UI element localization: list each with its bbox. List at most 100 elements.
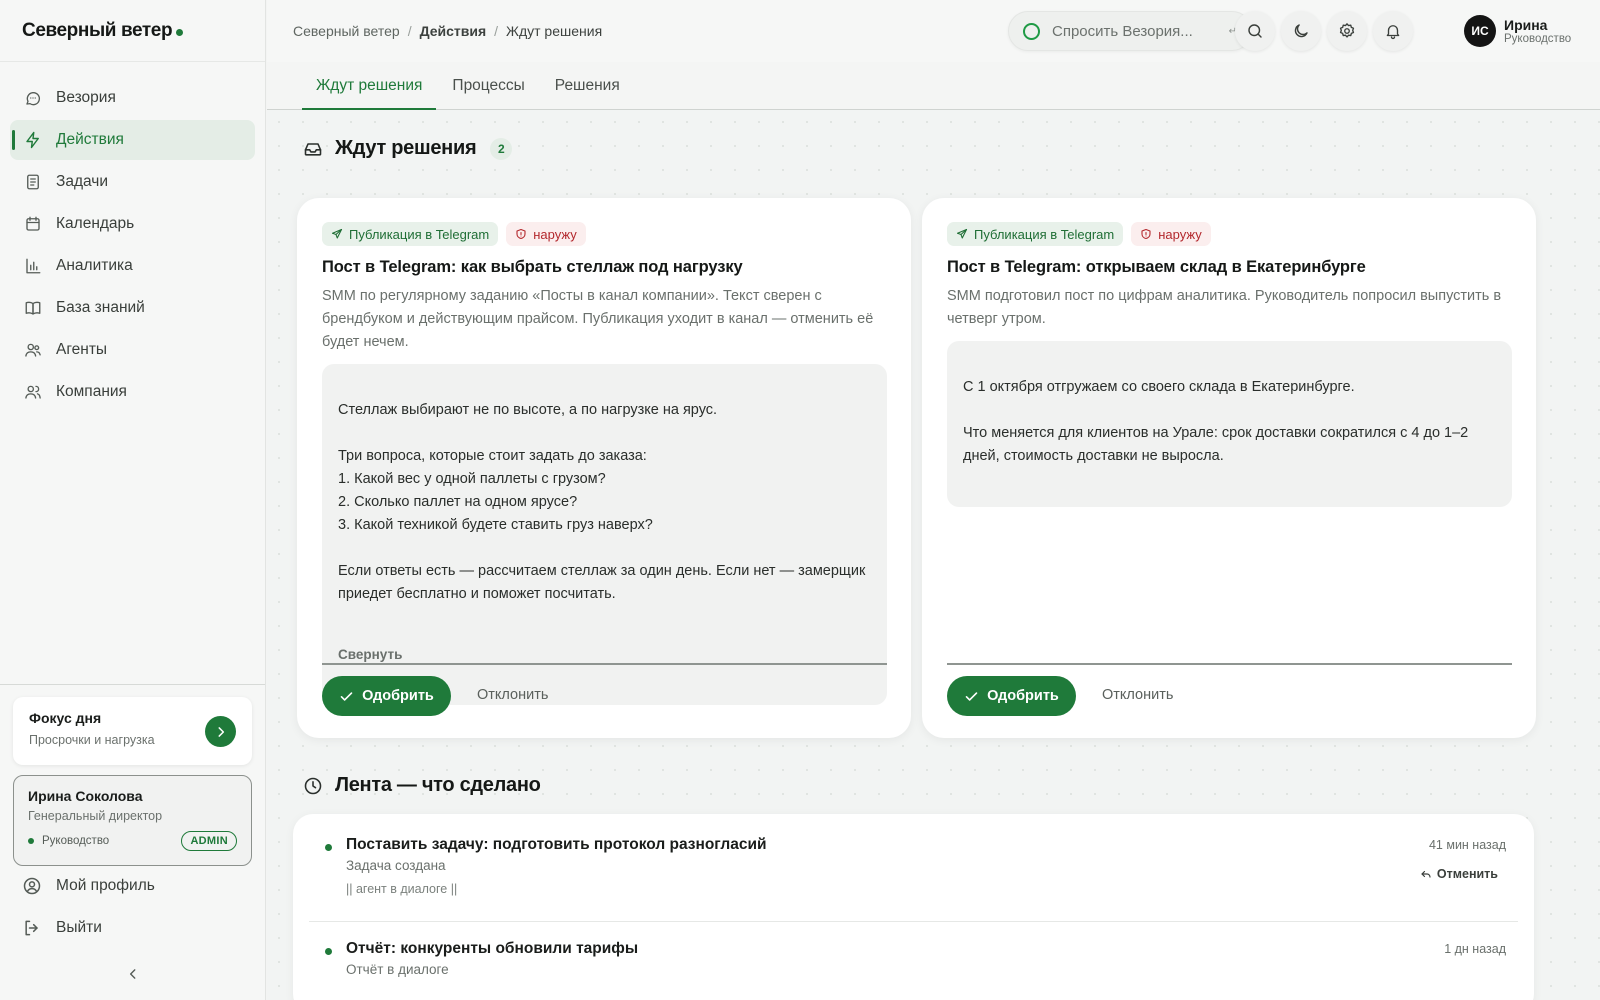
breadcrumb-section[interactable]: Действия (420, 23, 487, 39)
card-divider (947, 663, 1512, 665)
user-card[interactable]: Ирина Соколова Генеральный директор Руко… (13, 775, 252, 866)
sidebar-item-calendar[interactable]: Календарь (10, 204, 255, 244)
moon-icon (1294, 24, 1308, 38)
sidebar: Северный ветер Везория Действия Задачи К… (0, 0, 266, 1000)
header-user-role: Руководство (1504, 33, 1572, 45)
pending-section-title: Ждут решения (335, 137, 477, 159)
sidebar-bottom: Фокус дня Просрочки и нагрузка Ирина Сок… (0, 684, 265, 1000)
notifications-button[interactable] (1373, 11, 1413, 51)
card-chips: Публикация в Telegram наружу (322, 222, 887, 246)
logout-label: Выйти (56, 919, 102, 936)
approve-label: Одобрить (362, 688, 434, 704)
tasks-icon (27, 174, 39, 190)
feed-item-subtitle: Задача создана (346, 858, 446, 873)
telegram-chip: Публикация в Telegram (947, 222, 1124, 246)
settings-button[interactable] (1327, 11, 1367, 51)
external-chip: наружу (506, 222, 586, 246)
gear-icon (1339, 23, 1355, 38)
sidebar-item-label: Календарь (56, 215, 135, 232)
undo-icon (1421, 870, 1431, 878)
sidebar-item-analytics[interactable]: Аналитика (10, 246, 255, 286)
tab-processes[interactable]: Процессы (438, 77, 538, 109)
card-title: Пост в Telegram: как выбрать стеллаж под… (322, 258, 743, 276)
sidebar-item-company[interactable]: Компания (10, 372, 255, 412)
post-draft: С 1 октября отгружаем со своего склада в… (947, 341, 1512, 507)
approval-card: Публикация в Telegram наружу Пост в Tele… (922, 198, 1536, 738)
tab-decisions[interactable]: Решения (541, 77, 634, 109)
sidebar-item-agents[interactable]: Агенты (10, 330, 255, 370)
assistant-ring-icon (1023, 22, 1040, 40)
telegram-chip-label: Публикация в Telegram (974, 226, 1115, 242)
chat-icon (26, 91, 40, 106)
sidebar-nav: Везория Действия Задачи Календарь Аналит… (0, 62, 265, 412)
search-button[interactable] (1235, 11, 1275, 51)
reject-button[interactable]: Отклонить (1102, 687, 1173, 703)
feed-item-meta: || агент в диалоге || (346, 882, 458, 896)
post-draft-text: С 1 октября отгружаем со своего склада в… (963, 379, 1469, 464)
reject-button[interactable]: Отклонить (477, 687, 548, 703)
admin-badge: ADMIN (181, 831, 237, 851)
post-draft-text: Стеллаж выбирают не по высоте, а по нагр… (338, 402, 866, 602)
avatar[interactable]: ИС (1464, 15, 1496, 47)
profile-icon (23, 877, 41, 895)
card-description: SMM по регулярному заданию «Посты в кана… (322, 288, 874, 350)
approve-button[interactable]: Одобрить (947, 676, 1076, 716)
bell-icon (1386, 25, 1400, 40)
sidebar-item-tasks[interactable]: Задачи (10, 162, 255, 202)
user-card-role: Генеральный директор (28, 809, 163, 823)
shield-icon (1141, 228, 1151, 240)
chevron-right-icon (217, 726, 224, 737)
feed-item-time: 41 мин назад (1428, 838, 1506, 852)
approve-button[interactable]: Одобрить (322, 676, 451, 716)
brand-dot (176, 28, 184, 36)
tab-pending[interactable]: Ждут решения (302, 77, 437, 110)
sidebar-item-label: Везория (56, 89, 116, 106)
check-icon (340, 691, 353, 701)
my-profile-link[interactable]: Мой профиль (22, 876, 155, 896)
sidebar-item-label: Аналитика (56, 257, 133, 274)
feed-item-title[interactable]: Отчёт: конкуренты обновили тарифы (346, 940, 638, 958)
send-icon (956, 228, 968, 239)
brand[interactable]: Северный ветер (0, 0, 265, 62)
feed-item-time: 1 дн назад (1444, 942, 1506, 956)
sidebar-item-knowledge-base[interactable]: База знаний (10, 288, 255, 328)
logout-link[interactable]: Выйти (22, 918, 102, 938)
sidebar-item-label: Задачи (56, 173, 109, 190)
my-profile-label: Мой профиль (56, 877, 155, 894)
feed-undo-button[interactable]: Отменить (1420, 867, 1498, 881)
breadcrumb-current: Ждут решения (506, 23, 603, 39)
breadcrumb-separator: / (407, 23, 412, 39)
sidebar-item-actions[interactable]: Действия (10, 120, 255, 160)
theme-toggle-button[interactable] (1281, 11, 1321, 51)
inbox-icon (304, 142, 322, 156)
pending-section-header: Ждут решения 2 (303, 137, 513, 160)
breadcrumb-root[interactable]: Северный ветер (293, 23, 400, 39)
header-user-name[interactable]: Ирина (1504, 17, 1547, 33)
feed-section-title: Лента — что сделано (335, 774, 541, 796)
analytics-icon (26, 258, 41, 274)
clock-icon (304, 777, 322, 794)
sidebar-item-label: Компания (56, 383, 127, 400)
focus-of-day-card[interactable]: Фокус дня Просрочки и нагрузка (13, 697, 252, 765)
focus-open-button[interactable] (205, 716, 236, 747)
ask-placeholder: Спросить Везория... (1052, 22, 1193, 40)
lightning-icon (26, 131, 39, 149)
user-card-department: Руководство (42, 835, 110, 847)
send-icon (331, 228, 343, 239)
feed-section-header: Лента — что сделано (303, 774, 541, 797)
sidebar-item-vezoria[interactable]: Везория (10, 78, 255, 118)
topbar: Северный ветер / Действия / Ждут решения… (267, 0, 1600, 62)
feed-divider (309, 921, 1518, 922)
feed-dot (325, 844, 332, 851)
sidebar-item-label: Действия (56, 131, 124, 148)
approval-card: Публикация в Telegram наружу Пост в Tele… (297, 198, 911, 738)
post-draft: Стеллаж выбирают не по высоте, а по нагр… (322, 364, 887, 705)
pending-count-badge: 2 (490, 137, 513, 160)
ask-assistant-input[interactable]: Спросить Везория... ↵ (1008, 11, 1252, 51)
calendar-icon (26, 216, 40, 231)
feed-item-title[interactable]: Поставить задачу: подготовить протокол р… (346, 836, 767, 854)
collapse-sidebar-icon[interactable] (126, 967, 140, 981)
brand-name: Северный ветер (22, 19, 173, 41)
user-card-row: Руководство ADMIN (28, 831, 237, 851)
telegram-chip-label: Публикация в Telegram (349, 226, 490, 242)
